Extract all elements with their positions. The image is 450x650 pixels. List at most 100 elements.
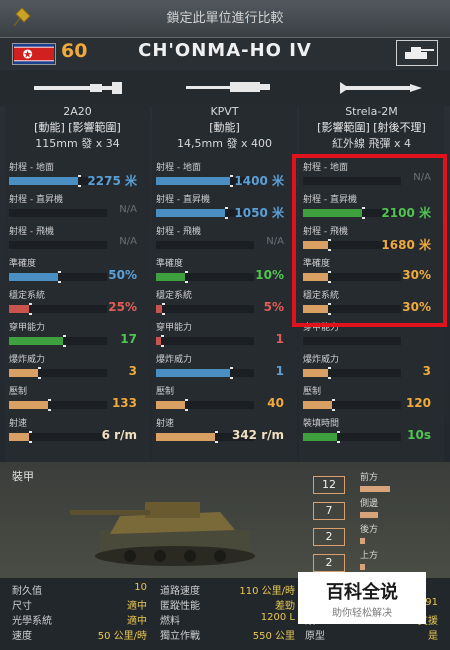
stat-label: 光學系統 (12, 616, 52, 627)
weapon-ammo: 紅外線 飛彈 x 4 (332, 137, 411, 150)
stat-value: 10% (255, 268, 284, 282)
stat-bar (156, 241, 254, 249)
stat-value: 40 (267, 396, 284, 410)
stat-row: 穿甲能力 17 (5, 320, 141, 350)
stat-bar-fill (156, 305, 162, 313)
stat-bar-fill (9, 401, 49, 409)
watermark: 百科全说 助你轻松解决 (298, 572, 426, 624)
stat-value: 50 公里/時 (97, 631, 147, 642)
stat-value: 1 (275, 364, 284, 378)
stat-bar-fill (156, 337, 161, 345)
armor-bar (360, 512, 378, 518)
armor-bar (360, 538, 366, 544)
stat-label: 射程 - 地面 (9, 163, 54, 173)
stat-value: N/A (266, 236, 284, 247)
stat-bar (303, 433, 401, 441)
stat-label: 穩定系統 (9, 291, 46, 301)
stat-value: 10s (407, 428, 431, 442)
stat-bar (303, 369, 401, 377)
stat-label: 爆炸威力 (303, 355, 340, 365)
stat-row: 穩定系統 5% (152, 288, 288, 318)
stat-value: 1 (275, 332, 284, 346)
armor-direction-label: 前方 (360, 473, 379, 483)
stat-value: N/A (119, 204, 137, 215)
stat-label: 穿甲能力 (156, 323, 193, 333)
stat-bar (9, 337, 107, 345)
stat-bar-fill (9, 337, 63, 345)
stat-row: 射程 - 飛機 N/A (5, 224, 141, 254)
stat-label: 匿蹤性能 (160, 601, 200, 612)
stat-label: 射程 - 飛機 (156, 227, 201, 237)
stat-label: 裝填時間 (303, 419, 340, 429)
stat-bar-fill (303, 401, 333, 409)
machine-gun-icon (186, 82, 270, 92)
stat-bar (156, 273, 254, 281)
armor-value-box: 2 (313, 528, 345, 546)
tank-type-icon (396, 40, 438, 66)
watermark-title: 百科全说 (326, 582, 398, 603)
stat-label: 射程 - 地面 (156, 163, 201, 173)
stat-value: 120 (405, 396, 431, 410)
stat-value: 110 公里/時 (239, 586, 295, 597)
stat-row: 射速 6 r/m (5, 416, 141, 446)
stat-row: 穩定系統 25% (5, 288, 141, 318)
stat-value: 適中 (127, 601, 147, 612)
lock-compare-button[interactable]: 鎖定此單位進行比較 (0, 0, 450, 38)
stat-bar (9, 241, 107, 249)
stat-value: 1200 L (260, 612, 295, 623)
weapon-ammo: 115mm 發 x 34 (35, 137, 120, 150)
stat-label: 射程 - 直昇機 (156, 195, 210, 205)
lock-compare-title: 鎖定此單位進行比較 (166, 11, 284, 26)
stat-value: 10 (134, 582, 147, 593)
stat-label: 射速 (9, 419, 28, 429)
stat-value: 50% (108, 268, 137, 282)
stat-value: 550 公里 (252, 631, 295, 642)
stat-label: 射程 - 飛機 (9, 227, 54, 237)
stat-label: 爆炸威力 (9, 355, 46, 365)
weapon-column: KPVT [動能] 14,5mm 發 x 400 射程 - 地面 1400 米射程 - … (152, 104, 297, 462)
weapon-tags: [動能] (209, 121, 240, 134)
stat-value: N/A (119, 236, 137, 247)
stat-value: 5% (263, 300, 284, 314)
stat-bar (156, 369, 254, 377)
stat-bar (9, 209, 107, 217)
stat-bar (9, 305, 107, 313)
weapon-tags: [影響範圍] [射後不理] (317, 121, 426, 134)
stat-bar (9, 433, 107, 441)
stat-value: 25% (108, 300, 137, 314)
stat-bar (303, 337, 401, 345)
stat-value: 是 (428, 631, 438, 642)
stat-bar-fill (9, 273, 58, 281)
armor-value-box: 12 (313, 476, 345, 494)
stat-bar (9, 369, 107, 377)
stat-label: 獨立作戰 (160, 631, 200, 642)
armor-direction-label: 上方 (360, 551, 379, 561)
stat-row: 壓制 133 (5, 384, 141, 414)
stat-bar-fill (303, 369, 328, 377)
stat-row: 裝填時間 10s (299, 416, 435, 446)
weapon-header: 2A20 [動能] [影響範圍] 115mm 發 x 34 (5, 104, 150, 152)
stat-bar-fill (156, 369, 230, 377)
stat-label: 穩定系統 (156, 291, 193, 301)
stat-label: 射速 (156, 419, 175, 429)
stat-value: 適中 (127, 616, 147, 627)
stat-bar-fill (156, 273, 186, 281)
weapon-ammo: 14,5mm 發 x 400 (177, 137, 272, 150)
stat-value: 2275 米 (87, 174, 137, 188)
stat-value: 133 (111, 396, 137, 410)
stat-row: 射程 - 地面 1400 米 (152, 160, 288, 190)
stat-label: 壓制 (156, 387, 175, 397)
stat-row: 射程 - 飛機 N/A (152, 224, 288, 254)
weapon-tags: [動能] [影響範圍] (34, 121, 121, 134)
stat-bar-fill (156, 209, 225, 217)
highlight-box (292, 154, 447, 327)
watermark-subtitle: 助你轻松解决 (332, 608, 392, 619)
weapon-header: Strela-2M [影響範圍] [射後不理] 紅外線 飛彈 x 4 (299, 104, 444, 152)
stat-row: 穿甲能力 1 (152, 320, 288, 350)
stat-label: 道路速度 (160, 586, 200, 597)
weapon-name: 2A20 (63, 105, 92, 118)
unit-card: 鎖定此單位進行比較 60 CH'ONMA-HO IV 2A20 [動能] [影響範… (0, 0, 450, 650)
stat-value: 3 (422, 364, 431, 378)
stat-bar-fill (156, 401, 186, 409)
stat-bar (156, 305, 254, 313)
